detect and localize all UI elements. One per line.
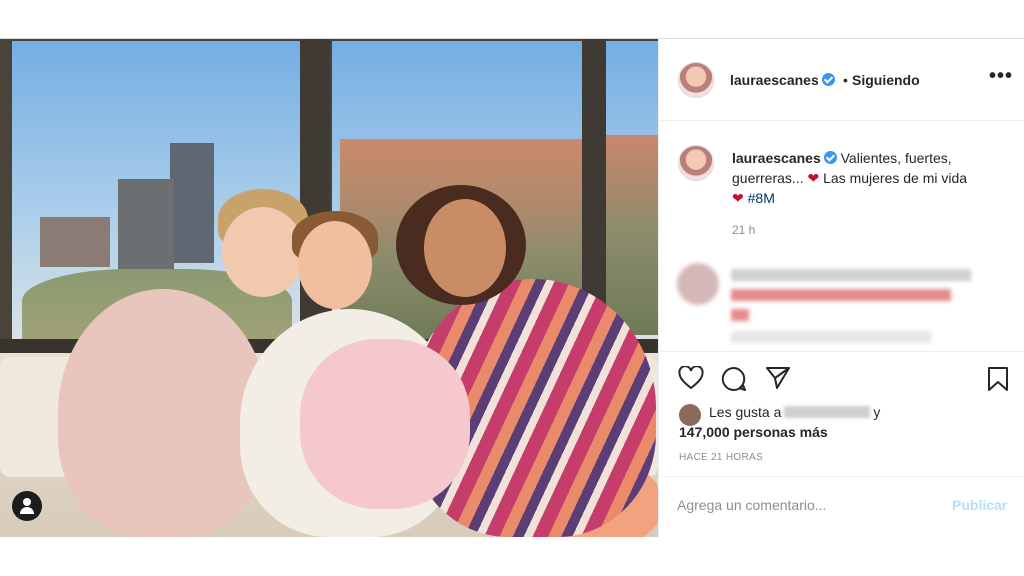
user-tag-icon[interactable] xyxy=(12,491,42,521)
bookmark-icon[interactable] xyxy=(987,366,1009,397)
face xyxy=(222,207,304,297)
hashtag-link[interactable]: #8M xyxy=(748,190,775,206)
blurred-line xyxy=(731,331,931,343)
instagram-post: lauraescanes • Siguiendo ••• lauraescane… xyxy=(0,38,1024,537)
username-text: lauraescanes xyxy=(732,150,821,166)
likes-summary: Les gusta a y xyxy=(709,404,880,420)
more-options-icon[interactable]: ••• xyxy=(989,65,1013,88)
verified-icon xyxy=(823,151,837,164)
caption: lauraescanes Valientes, fuertes, guerrer… xyxy=(732,148,1002,208)
likes-count-link[interactable]: 147,000 personas más xyxy=(679,424,828,440)
terraced-building xyxy=(604,135,658,335)
likes-suffix: y xyxy=(873,404,881,420)
tower-building xyxy=(170,143,214,263)
post-header: lauraescanes • Siguiendo ••• xyxy=(659,39,1024,121)
publish-button[interactable]: Publicar xyxy=(952,497,1007,513)
verified-icon xyxy=(821,73,835,86)
avatar[interactable] xyxy=(679,404,701,426)
heart-emoji: ❤ xyxy=(732,190,744,206)
caption-text: Las mujeres de mi vida xyxy=(819,170,968,186)
blurred-line xyxy=(731,269,971,281)
separator-dot: • xyxy=(843,72,848,88)
share-icon[interactable] xyxy=(765,366,791,395)
comment-form: Publicar xyxy=(659,476,1024,538)
face xyxy=(298,221,372,309)
tower-building xyxy=(118,179,174,269)
blurred-comment xyxy=(673,253,1013,349)
woman-left xyxy=(58,289,268,537)
caption-time: 21 h xyxy=(732,223,756,237)
face xyxy=(424,199,506,297)
blurred-line xyxy=(731,309,749,321)
heart-icon[interactable] xyxy=(678,365,704,395)
avatar[interactable] xyxy=(678,145,714,181)
heart-emoji: ❤ xyxy=(807,170,820,186)
action-section: Les gusta a y 147,000 personas más HACE 2… xyxy=(659,351,1024,537)
post-photo[interactable] xyxy=(0,39,658,537)
baby-blanket xyxy=(300,339,470,509)
avatar xyxy=(677,263,719,305)
blurred-username xyxy=(784,406,871,418)
post-side-panel: lauraescanes • Siguiendo ••• lauraescane… xyxy=(658,39,1024,537)
likes-prefix: Les gusta a xyxy=(709,404,782,420)
post-timestamp: HACE 21 HORAS xyxy=(679,452,763,463)
comment-input[interactable] xyxy=(677,497,937,513)
username-text: lauraescanes xyxy=(730,72,819,88)
avatar[interactable] xyxy=(678,62,714,98)
comment-icon[interactable] xyxy=(721,366,747,397)
blurred-line xyxy=(731,289,951,301)
username-link[interactable]: lauraescanes xyxy=(730,72,835,88)
city-building xyxy=(40,217,110,267)
following-button[interactable]: Siguiendo xyxy=(852,72,920,88)
caption-username[interactable]: lauraescanes xyxy=(732,150,837,166)
